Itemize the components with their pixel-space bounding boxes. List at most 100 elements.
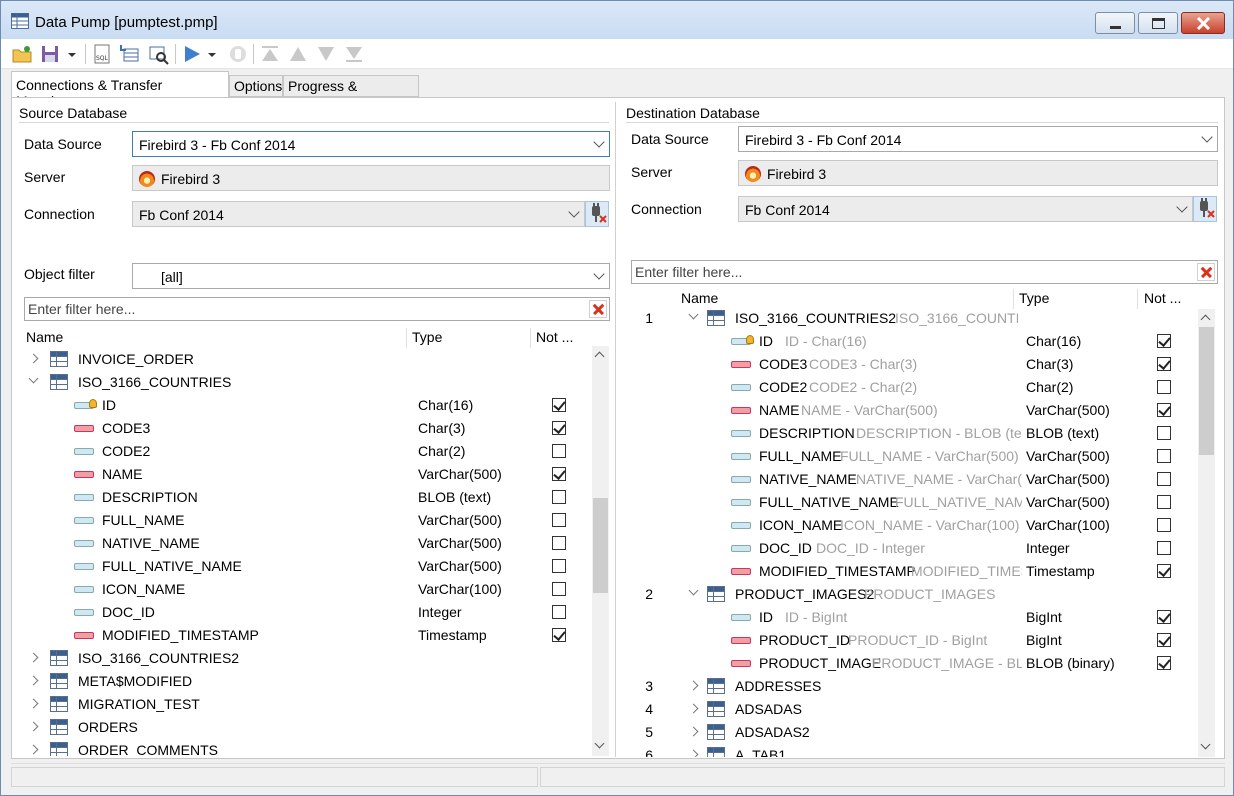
chevron-right-icon[interactable]	[28, 353, 39, 364]
close-button[interactable]	[1181, 12, 1225, 34]
scroll-down-icon[interactable]	[594, 738, 605, 749]
table-row[interactable]: 4 ADSADAS	[631, 698, 1197, 721]
not-null-checkbox[interactable]	[552, 467, 566, 481]
chevron-right-icon[interactable]	[688, 726, 699, 737]
disconnect-plug-icon[interactable]	[585, 201, 609, 227]
chevron-down-icon[interactable]	[688, 585, 699, 596]
object-filter-select[interactable]: [all]	[132, 263, 610, 289]
not-null-checkbox[interactable]	[552, 421, 566, 435]
not-null-checkbox[interactable]	[552, 513, 566, 527]
not-null-checkbox[interactable]	[1157, 380, 1171, 394]
minimize-button[interactable]	[1095, 12, 1135, 34]
not-null-checkbox[interactable]	[552, 582, 566, 596]
field-row[interactable]: ICON_NAME ICON_NAME - VarChar(100) VarChar…	[631, 514, 1197, 537]
not-null-checkbox[interactable]	[1157, 633, 1171, 647]
col-type[interactable]: Type	[1019, 290, 1049, 306]
not-null-checkbox[interactable]	[1157, 518, 1171, 532]
table-row[interactable]: MIGRATION_TEST	[24, 693, 590, 716]
not-null-checkbox[interactable]	[1157, 426, 1171, 440]
move-bottom-icon[interactable]	[343, 43, 365, 65]
table-row[interactable]: 3 ADDRESSES	[631, 675, 1197, 698]
field-row[interactable]: PRODUCT_ID PRODUCT_ID - BigInt BigInt	[631, 629, 1197, 652]
dest-scrollbar[interactable]	[1198, 309, 1215, 757]
not-null-checkbox[interactable]	[552, 605, 566, 619]
field-row[interactable]: DESCRIPTION DESCRIPTION - BLOB (tex BLOB (…	[631, 422, 1197, 445]
tab-options[interactable]: Options	[229, 75, 283, 97]
table-row[interactable]: 6 A_TAB1	[631, 744, 1197, 757]
field-row[interactable]: CODE3 Char(3)	[24, 417, 590, 440]
not-null-checkbox[interactable]	[1157, 564, 1171, 578]
stop-icon[interactable]	[227, 43, 249, 65]
field-row[interactable]: FULL_NAME VarChar(500)	[24, 509, 590, 532]
scroll-down-icon[interactable]	[1200, 739, 1211, 750]
table-row[interactable]: 1 ISO_3166_COUNTRIES2 ISO_3166_COUNTI	[631, 307, 1197, 330]
not-null-checkbox[interactable]	[552, 444, 566, 458]
chevron-down-icon[interactable]	[688, 309, 699, 320]
col-name[interactable]: Name	[681, 290, 718, 306]
table-row[interactable]: ORDERS	[24, 716, 590, 739]
dropdown-icon[interactable]	[65, 43, 79, 65]
field-row[interactable]: ID Char(16)	[24, 394, 590, 417]
field-row[interactable]: DOC_ID Integer	[24, 601, 590, 624]
not-null-checkbox[interactable]	[1157, 541, 1171, 555]
move-up-icon[interactable]	[287, 43, 309, 65]
field-row[interactable]: ID ID - Char(16) Char(16)	[631, 330, 1197, 353]
scroll-up-icon[interactable]	[594, 351, 605, 362]
table-row[interactable]: ISO_3166_COUNTRIES2	[24, 647, 590, 670]
field-row[interactable]: NATIVE_NAME VarChar(500)	[24, 532, 590, 555]
source-connection-select[interactable]: Fb Conf 2014	[132, 201, 585, 227]
field-row[interactable]: MODIFIED_TIMESTAMP MODIFIED_TIMES Timestam…	[631, 560, 1197, 583]
splitter[interactable]	[615, 102, 616, 757]
field-row[interactable]: ICON_NAME VarChar(100)	[24, 578, 590, 601]
field-row[interactable]: DOC_ID DOC_ID - Integer Integer	[631, 537, 1197, 560]
table-row[interactable]: META$MODIFIED	[24, 670, 590, 693]
col-name[interactable]: Name	[26, 329, 63, 345]
source-scrollbar[interactable]	[592, 346, 609, 756]
find-icon[interactable]	[147, 43, 169, 65]
not-null-checkbox[interactable]	[1157, 656, 1171, 670]
chevron-right-icon[interactable]	[688, 749, 699, 757]
disconnect-plug-icon[interactable]	[1193, 196, 1217, 222]
not-null-checkbox[interactable]	[1157, 472, 1171, 486]
table-row[interactable]: 5 ADSADAS2	[631, 721, 1197, 744]
source-filter-input[interactable]: Enter filter here...	[24, 297, 610, 321]
not-null-checkbox[interactable]	[552, 536, 566, 550]
not-null-checkbox[interactable]	[1157, 403, 1171, 417]
not-null-checkbox[interactable]	[552, 398, 566, 412]
field-row[interactable]: MODIFIED_TIMESTAMP Timestamp	[24, 624, 590, 647]
col-type[interactable]: Type	[412, 329, 442, 345]
chevron-right-icon[interactable]	[28, 652, 39, 663]
dest-connection-select[interactable]: Fb Conf 2014	[738, 196, 1193, 222]
field-row[interactable]: NAME VarChar(500)	[24, 463, 590, 486]
sql-icon[interactable]: SQL	[91, 43, 113, 65]
field-row[interactable]: CODE3 CODE3 - Char(3) Char(3)	[631, 353, 1197, 376]
not-null-checkbox[interactable]	[1157, 495, 1171, 509]
run-icon[interactable]	[181, 43, 203, 65]
export-icon[interactable]	[119, 43, 141, 65]
scroll-thumb[interactable]	[593, 498, 608, 593]
clear-filter-icon[interactable]	[589, 300, 607, 318]
clear-filter-icon[interactable]	[1197, 263, 1215, 281]
field-row[interactable]: CODE2 CODE2 - Char(2) Char(2)	[631, 376, 1197, 399]
run-dropdown-icon[interactable]	[205, 43, 219, 65]
table-row[interactable]: ISO_3166_COUNTRIES	[24, 371, 590, 394]
maximize-button[interactable]	[1138, 12, 1178, 34]
not-null-checkbox[interactable]	[1157, 449, 1171, 463]
not-null-checkbox[interactable]	[552, 490, 566, 504]
tab-connections[interactable]: Connections & Transfer Mappings	[11, 71, 229, 109]
field-row[interactable]: PRODUCT_IMAGE PRODUCT_IMAGE - BL BLOB (bin…	[631, 652, 1197, 675]
chevron-right-icon[interactable]	[28, 721, 39, 732]
field-row[interactable]: CODE2 Char(2)	[24, 440, 590, 463]
source-data-source-select[interactable]: Firebird 3 - Fb Conf 2014	[132, 131, 610, 157]
chevron-down-icon[interactable]	[28, 373, 39, 384]
field-row[interactable]: FULL_NATIVE_NAME FULL_NATIVE_NAMI VarChar(…	[631, 491, 1197, 514]
move-top-icon[interactable]	[259, 43, 281, 65]
col-notnull[interactable]: Not ...	[1144, 290, 1181, 306]
not-null-checkbox[interactable]	[1157, 610, 1171, 624]
field-row[interactable]: DESCRIPTION BLOB (text)	[24, 486, 590, 509]
move-down-icon[interactable]	[315, 43, 337, 65]
scroll-up-icon[interactable]	[1200, 314, 1211, 325]
not-null-checkbox[interactable]	[552, 628, 566, 642]
dest-filter-input[interactable]: Enter filter here...	[631, 260, 1218, 284]
chevron-right-icon[interactable]	[28, 744, 39, 755]
